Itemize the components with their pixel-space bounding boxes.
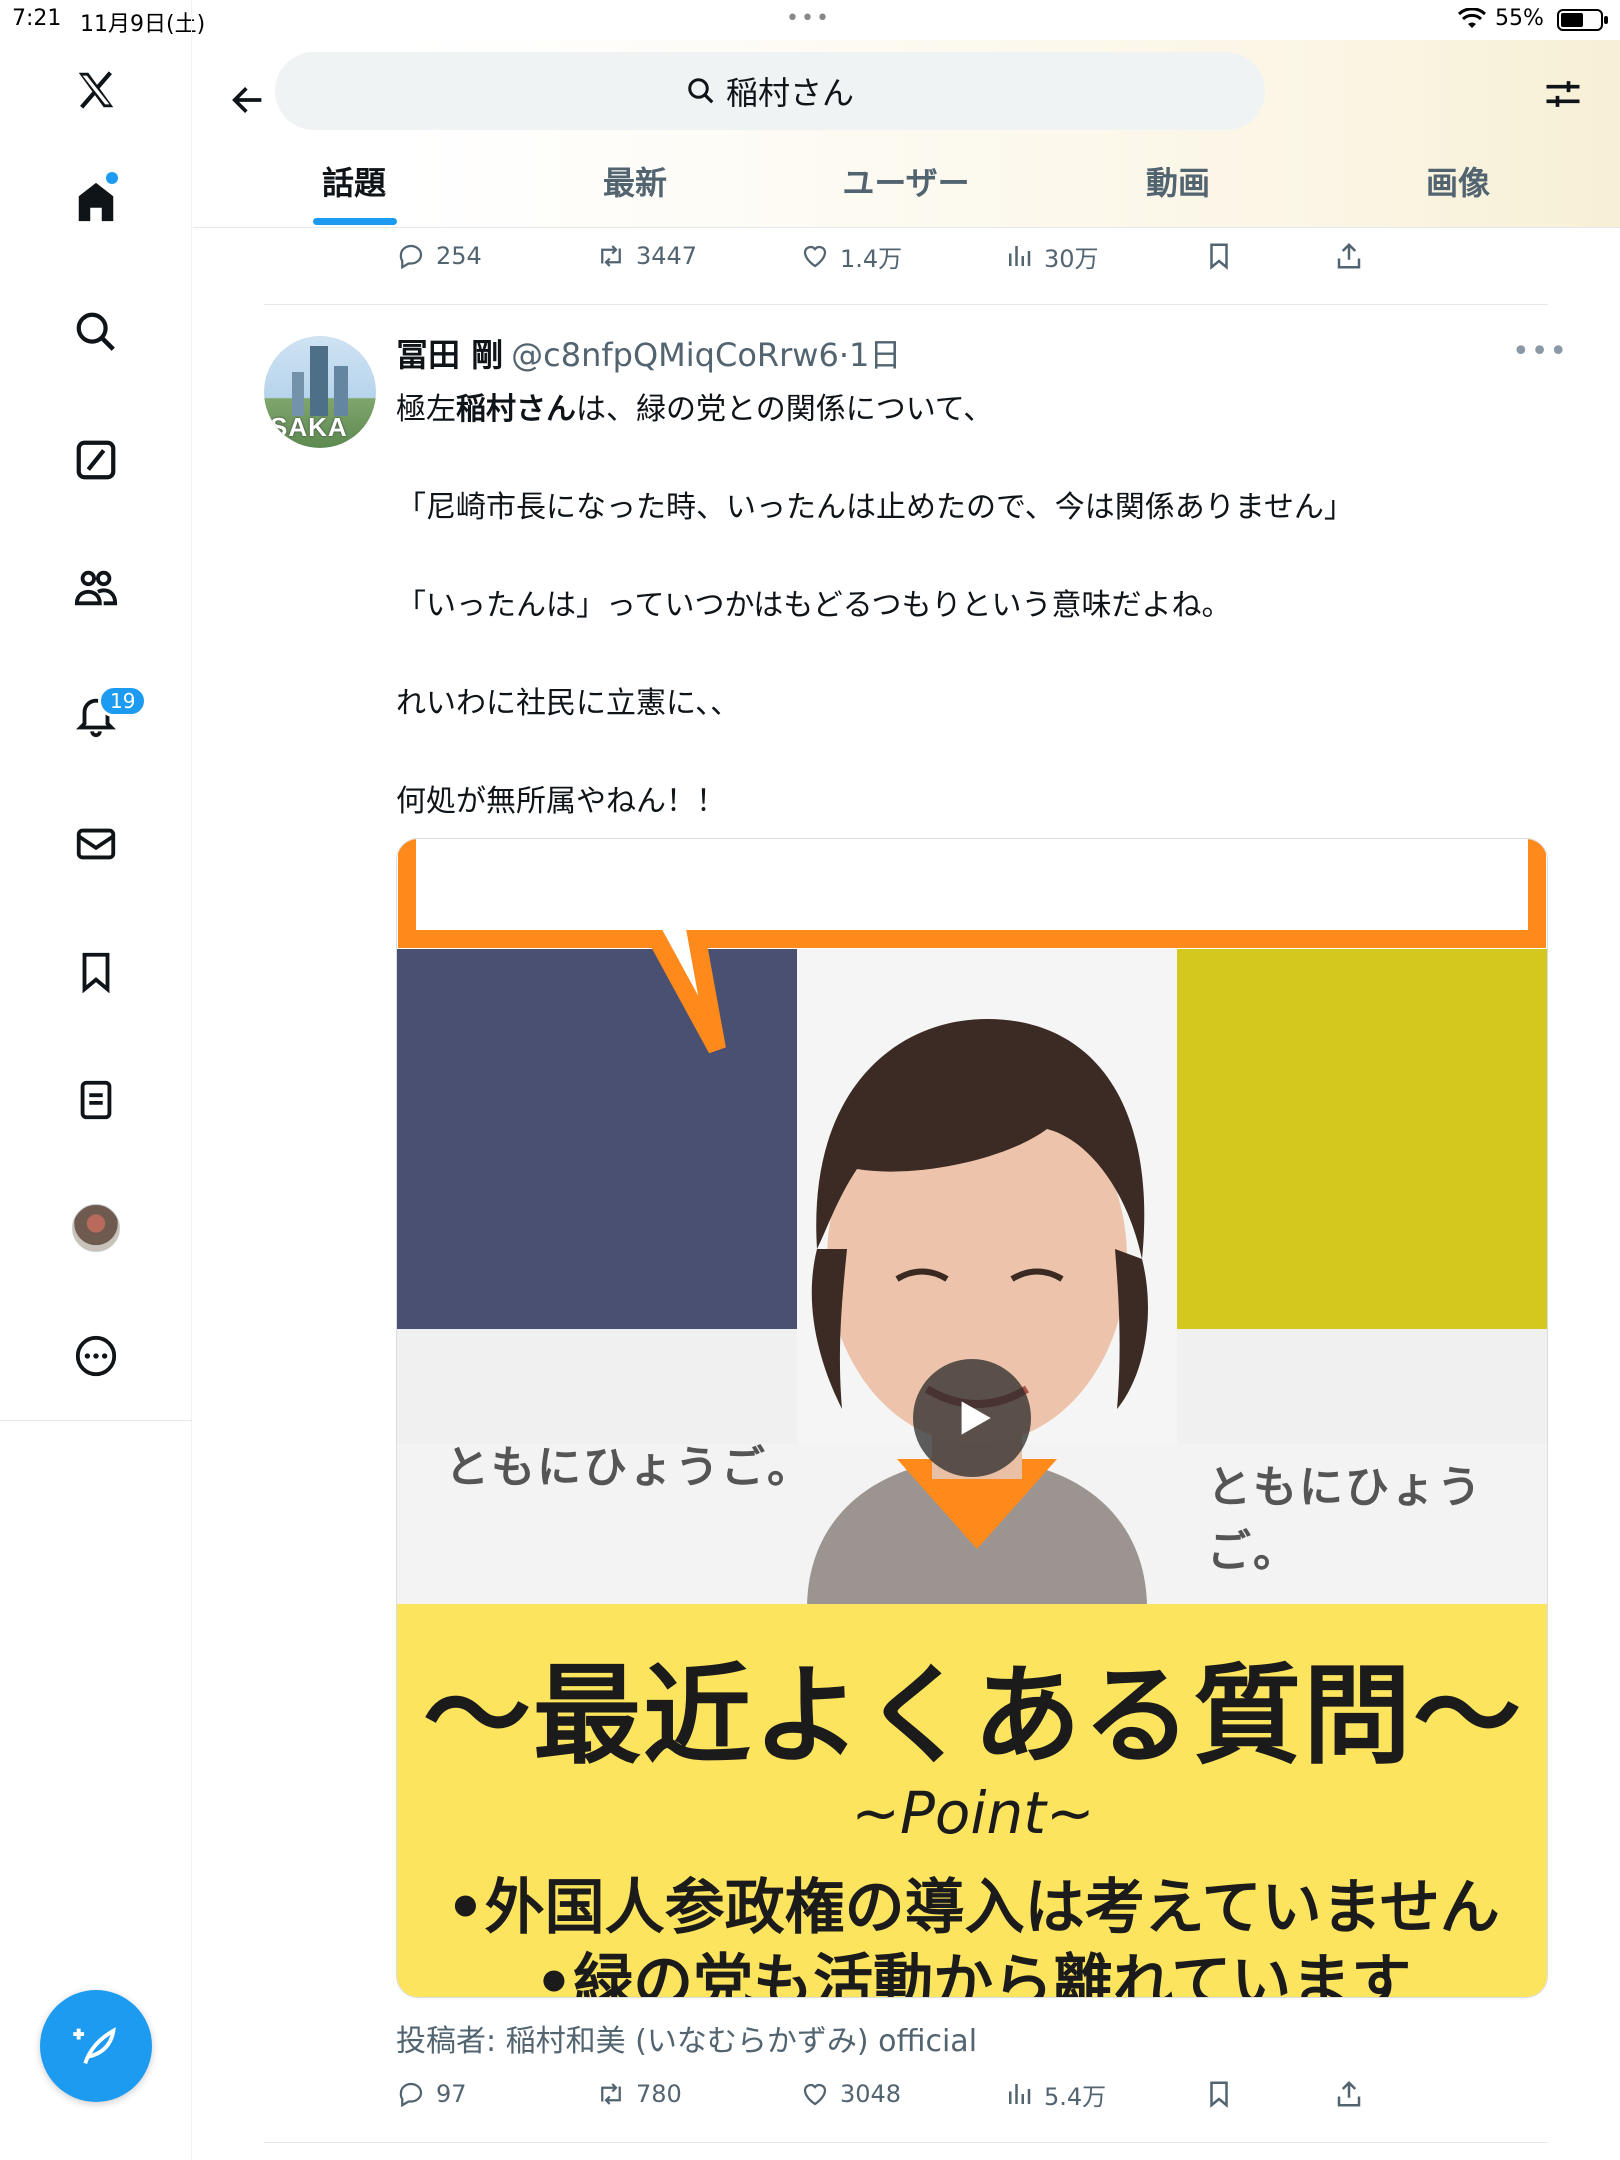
views-chart-icon [1009, 246, 1031, 266]
tweet-more-menu[interactable]: ••• [1512, 334, 1568, 369]
share-icon [1337, 2080, 1361, 2107]
battery-icon [1557, 9, 1608, 31]
search-input[interactable]: 稲村さん [275, 52, 1265, 130]
video-poster-attribution[interactable]: 投稿者: 稲村和美 (いなむらかずみ) official [396, 2016, 977, 2060]
tweet-header: 冨田 剛 @c8nfpQMiqCoRrw6·1日 [396, 330, 901, 376]
author-avatar[interactable]: SAKA [264, 336, 376, 448]
like-count: 1.4万 [840, 244, 903, 273]
tweet-text-highlight: 稲村さん [456, 392, 576, 427]
tab-videos[interactable]: 動画 [1078, 158, 1278, 204]
home-unread-dot [106, 172, 118, 184]
tweet-divider [264, 304, 1548, 305]
tweet-actions: 97 780 3048 5.4万 [396, 2074, 1376, 2114]
video-caption-right: ともにひょうご。 [1207, 1462, 1483, 1577]
active-tab-indicator [313, 218, 397, 225]
views-button[interactable]: 5.4万 [1004, 2074, 1106, 2114]
video-bullet-1: •外国人参政権の導入は考えていません [446, 1873, 1500, 1943]
more-options-icon[interactable] [66, 1326, 126, 1386]
views-button[interactable]: 30万 [1004, 236, 1099, 276]
like-button[interactable]: 1.4万 [800, 236, 902, 276]
status-bar: 7:21 11月9日(土) ••• 55% [0, 0, 1620, 40]
author-handle[interactable]: @c8nfpQMiqCoRrw6 [511, 336, 839, 374]
search-icon [688, 78, 714, 104]
tweet-text-line-3: 「いったんは」っていつかはもどるつもりという意味だよね。 [396, 588, 1232, 623]
reply-button[interactable]: 97 [396, 2074, 467, 2114]
bookmarks-icon[interactable] [66, 942, 126, 1002]
video-headline: 〜最近よくある質問〜 [422, 1654, 1523, 1779]
video-point-label: ~Point~ [851, 1779, 1095, 1847]
play-icon [961, 1401, 991, 1435]
multitask-dots[interactable]: ••• [786, 6, 831, 31]
tweet-text-line-5: 何処が無所属やねん！！ [396, 784, 726, 819]
like-count: 3048 [840, 2080, 902, 2108]
retweet-button[interactable]: 780 [596, 2074, 682, 2114]
share-icon [1337, 242, 1361, 269]
author-name[interactable]: 冨田 剛 [396, 336, 503, 374]
share-button[interactable] [1334, 236, 1374, 276]
prev-tweet-actions: 254 3447 1.4万 30万 [396, 236, 1376, 276]
retweet-button[interactable]: 3447 [596, 236, 697, 276]
tab-latest[interactable]: 最新 [535, 158, 735, 204]
communities-icon[interactable] [66, 558, 126, 618]
avatar-sign-text: SAKA [270, 412, 348, 442]
tweet-text-line-4: れいわに社民に立憲に、、 [396, 686, 741, 721]
nav-divider [0, 1420, 192, 1421]
bookmark-icon [1210, 243, 1228, 270]
video-bullet-2: •緑の党も活動から離れています [534, 1948, 1412, 1998]
views-chart-icon [1009, 2084, 1031, 2104]
retweet-count: 780 [636, 2080, 682, 2108]
reply-icon [399, 244, 423, 270]
messages-mail-icon[interactable] [66, 814, 126, 874]
play-button[interactable] [913, 1359, 1031, 1477]
battery-percent: 55% [1495, 6, 1544, 31]
bookmark-button[interactable] [1204, 236, 1244, 276]
views-count: 30万 [1044, 244, 1099, 273]
search-query: 稲村さん [725, 74, 854, 112]
tab-images[interactable]: 画像 [1358, 158, 1558, 204]
notifications-badge: 19 [98, 685, 148, 717]
reply-icon [399, 2082, 423, 2108]
left-navigation: 19 [0, 0, 192, 2160]
search-filter-icon[interactable] [1533, 64, 1593, 124]
bookmark-icon [1210, 2081, 1228, 2108]
views-count: 5.4万 [1044, 2082, 1107, 2111]
retweet-icon [601, 245, 621, 267]
tweet-text-prefix: 極左 [396, 392, 456, 427]
feather-plus-icon [73, 2027, 116, 2064]
grok-icon[interactable] [66, 430, 126, 490]
tweet-video[interactable]: ともにひょうご。 ともにひょうご。 〜最近よくある質問〜 ~Point~ •外国… [396, 838, 1548, 1998]
compose-post-button[interactable] [40, 1990, 152, 2102]
retweet-count: 3447 [636, 242, 698, 270]
like-button[interactable]: 3048 [800, 2074, 901, 2114]
tweet-text-suffix: は、緑の党との関係について、 [576, 392, 994, 427]
video-caption-left: ともにひょうご。 [445, 1442, 813, 1493]
speaker-portrait [807, 1019, 1148, 1609]
profile-avatar[interactable] [72, 1204, 120, 1252]
tweet-text-line-2: 「尼崎市長になった時、いったんは止めたので、今は関係ありません」 [396, 490, 1354, 525]
heart-icon [803, 2083, 827, 2106]
share-button[interactable] [1334, 2074, 1374, 2114]
reply-count: 97 [436, 2080, 467, 2108]
lists-icon[interactable] [66, 1070, 126, 1130]
reply-button[interactable]: 254 [396, 236, 482, 276]
search-header: 稲村さん 話題 最新 ユーザー 動画 画像 [193, 40, 1620, 228]
back-arrow-icon[interactable] [218, 70, 278, 130]
reply-count: 254 [436, 242, 482, 270]
heart-icon [803, 245, 827, 268]
bookmark-button[interactable] [1204, 2074, 1244, 2114]
wifi-icon [1457, 7, 1487, 36]
x-logo-icon[interactable] [66, 60, 126, 120]
tweet-text-line-1: 極左稲村さんは、緑の党との関係について、 [396, 384, 993, 428]
tweet-divider-bottom [264, 2142, 1548, 2143]
tab-people[interactable]: ユーザー [806, 158, 1006, 204]
retweet-icon [601, 2083, 621, 2105]
explore-search-icon[interactable] [66, 302, 126, 362]
tab-top[interactable]: 話題 [254, 158, 454, 204]
tweet-age[interactable]: ·1日 [839, 336, 902, 374]
